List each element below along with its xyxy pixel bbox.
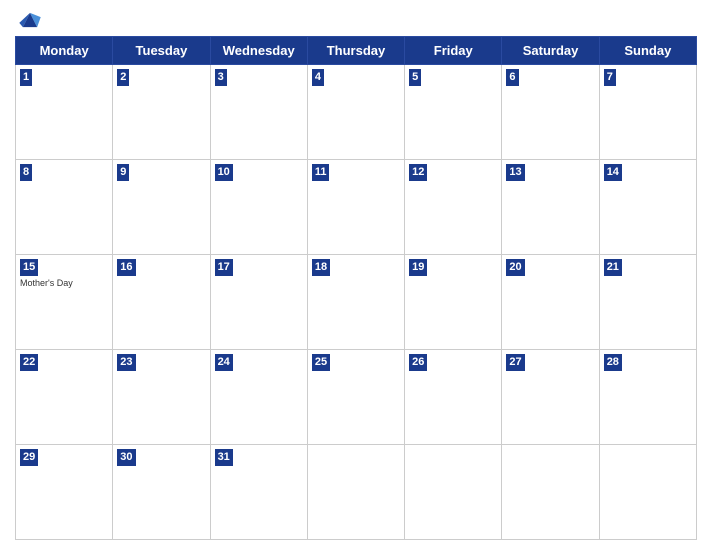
weekday-header-sunday: Sunday <box>599 37 696 65</box>
day-number: 13 <box>506 164 524 181</box>
calendar-cell: 28 <box>599 350 696 445</box>
page-header <box>15 10 697 30</box>
calendar-cell: 12 <box>405 160 502 255</box>
day-number: 10 <box>215 164 233 181</box>
calendar-week-3: 15 Mother's Day 16 17 18 19 20 21 <box>16 255 697 350</box>
calendar-cell: 29 <box>16 445 113 540</box>
calendar-cell <box>502 445 599 540</box>
calendar-cell: 3 <box>210 65 307 160</box>
day-number: 29 <box>20 449 38 466</box>
weekday-header-row: MondayTuesdayWednesdayThursdayFridaySatu… <box>16 37 697 65</box>
calendar-cell: 31 <box>210 445 307 540</box>
calendar-week-2: 8 9 10 11 12 13 14 <box>16 160 697 255</box>
day-number: 17 <box>215 259 233 276</box>
day-number: 28 <box>604 354 622 371</box>
calendar-cell <box>599 445 696 540</box>
calendar-cell: 10 <box>210 160 307 255</box>
day-number: 3 <box>215 69 227 86</box>
calendar-cell: 2 <box>113 65 210 160</box>
calendar-cell <box>307 445 404 540</box>
day-number: 30 <box>117 449 135 466</box>
calendar-cell: 7 <box>599 65 696 160</box>
day-number: 2 <box>117 69 129 86</box>
calendar-cell: 18 <box>307 255 404 350</box>
calendar-cell: 16 <box>113 255 210 350</box>
calendar-cell: 4 <box>307 65 404 160</box>
day-number: 16 <box>117 259 135 276</box>
day-number: 23 <box>117 354 135 371</box>
calendar-cell: 26 <box>405 350 502 445</box>
day-number: 5 <box>409 69 421 86</box>
weekday-header-friday: Friday <box>405 37 502 65</box>
day-number: 24 <box>215 354 233 371</box>
calendar-cell: 24 <box>210 350 307 445</box>
calendar-cell: 9 <box>113 160 210 255</box>
calendar-cell: 23 <box>113 350 210 445</box>
day-number: 8 <box>20 164 32 181</box>
calendar-cell: 19 <box>405 255 502 350</box>
day-number: 22 <box>20 354 38 371</box>
calendar-week-5: 29 30 31 <box>16 445 697 540</box>
weekday-header-wednesday: Wednesday <box>210 37 307 65</box>
logo-icon <box>15 10 45 30</box>
day-number: 21 <box>604 259 622 276</box>
weekday-header-saturday: Saturday <box>502 37 599 65</box>
calendar-cell: 5 <box>405 65 502 160</box>
day-number: 12 <box>409 164 427 181</box>
weekday-header-thursday: Thursday <box>307 37 404 65</box>
weekday-header-monday: Monday <box>16 37 113 65</box>
calendar-cell: 21 <box>599 255 696 350</box>
day-number: 1 <box>20 69 32 86</box>
calendar-table: MondayTuesdayWednesdayThursdayFridaySatu… <box>15 36 697 540</box>
calendar-cell: 30 <box>113 445 210 540</box>
calendar-week-1: 1 2 3 4 5 6 7 <box>16 65 697 160</box>
day-number: 6 <box>506 69 518 86</box>
calendar-cell: 17 <box>210 255 307 350</box>
day-number: 7 <box>604 69 616 86</box>
day-number: 15 <box>20 259 38 276</box>
day-number: 14 <box>604 164 622 181</box>
calendar-cell: 6 <box>502 65 599 160</box>
calendar-cell: 15 Mother's Day <box>16 255 113 350</box>
day-number: 18 <box>312 259 330 276</box>
calendar-cell: 22 <box>16 350 113 445</box>
calendar-week-4: 22 23 24 25 26 27 28 <box>16 350 697 445</box>
day-number: 4 <box>312 69 324 86</box>
calendar-cell: 25 <box>307 350 404 445</box>
weekday-header-tuesday: Tuesday <box>113 37 210 65</box>
calendar-cell: 20 <box>502 255 599 350</box>
day-number: 11 <box>312 164 330 181</box>
day-event: Mother's Day <box>20 278 108 290</box>
calendar-cell <box>405 445 502 540</box>
day-number: 19 <box>409 259 427 276</box>
calendar-cell: 1 <box>16 65 113 160</box>
day-number: 27 <box>506 354 524 371</box>
calendar-cell: 27 <box>502 350 599 445</box>
calendar-cell: 13 <box>502 160 599 255</box>
day-number: 9 <box>117 164 129 181</box>
calendar-cell: 14 <box>599 160 696 255</box>
calendar-cell: 11 <box>307 160 404 255</box>
day-number: 26 <box>409 354 427 371</box>
day-number: 25 <box>312 354 330 371</box>
calendar-cell: 8 <box>16 160 113 255</box>
day-number: 31 <box>215 449 233 466</box>
day-number: 20 <box>506 259 524 276</box>
logo <box>15 10 49 30</box>
